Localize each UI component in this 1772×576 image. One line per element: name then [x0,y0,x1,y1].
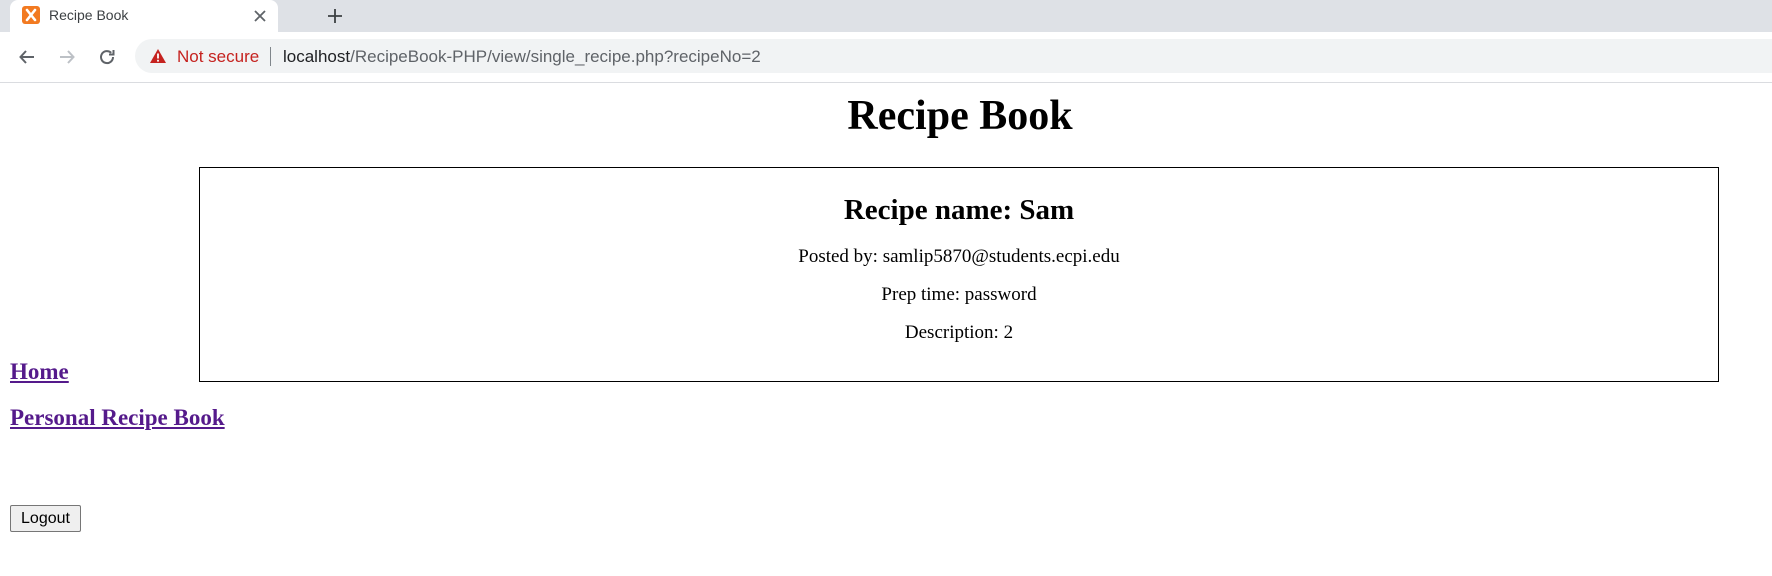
url-host: localhost [283,47,351,66]
browser-toolbar: Not secure localhost/RecipeBook-PHP/view… [0,32,1772,83]
personal-recipe-book-link[interactable]: Personal Recipe Book [10,405,225,431]
back-arrow-icon[interactable] [13,43,41,71]
recipe-description: Description: 2 [904,322,1014,343]
page-title: Recipe Book [847,93,1073,139]
address-bar[interactable]: Not secure localhost/RecipeBook-PHP/view… [135,39,1772,73]
close-tab-icon[interactable] [250,6,270,26]
warning-icon [149,48,167,69]
forward-arrow-icon[interactable] [53,43,81,71]
browser-tab[interactable]: Recipe Book [10,0,278,32]
xampp-icon [22,6,40,24]
address-divider [270,47,271,66]
recipe-card: Recipe name: Sam Posted by: samlip5870@s… [199,167,1719,382]
tab-title: Recipe Book [49,7,129,23]
tab-strip: Recipe Book [0,0,1772,32]
url-text[interactable]: localhost/RecipeBook-PHP/view/single_rec… [283,47,761,67]
recipe-name: Recipe name: Sam [843,194,1075,226]
url-path: /RecipeBook-PHP/view/single_recipe.php?r… [350,47,761,66]
recipe-posted-by: Posted by: samlip5870@students.ecpi.edu [798,246,1120,267]
recipe-prep-time: Prep time: password [881,284,1037,305]
page-content: Recipe Book Recipe name: Sam Posted by: … [0,83,1772,576]
new-tab-icon[interactable] [323,4,347,28]
home-link[interactable]: Home [10,359,69,385]
reload-icon[interactable] [93,43,121,71]
logout-button[interactable]: Logout [10,505,81,532]
security-status[interactable]: Not secure [177,47,259,67]
